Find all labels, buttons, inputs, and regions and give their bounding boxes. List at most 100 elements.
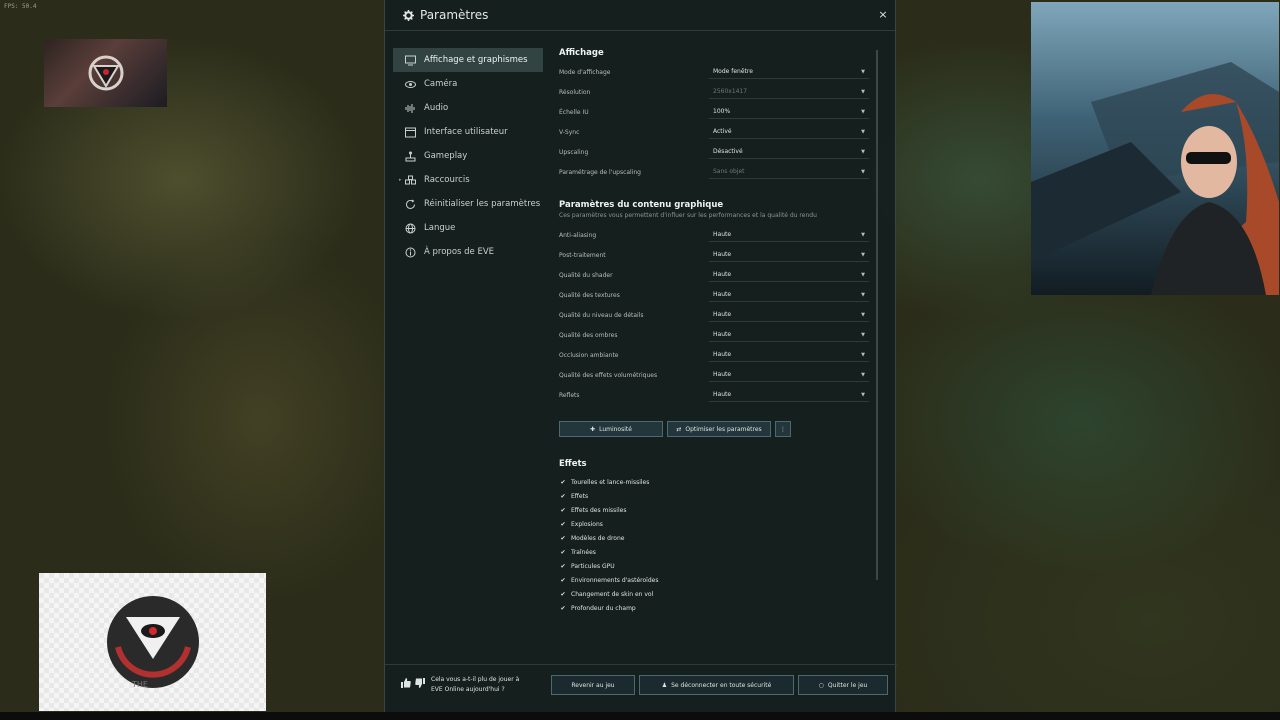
volumetric-quality-select[interactable]: Haute ▼ (709, 368, 869, 382)
bottom-bar (0, 712, 1280, 720)
setting-row: V-Sync Activé ▼ (559, 122, 873, 142)
overlay-text: THE (131, 680, 148, 689)
upscaling-select[interactable]: Désactivé ▼ (709, 145, 869, 159)
ambient-occlusion-select[interactable]: Haute ▼ (709, 348, 869, 362)
checkbox-explosions[interactable]: ✔ Explosions (559, 517, 873, 531)
webcam-overlay (1031, 2, 1279, 295)
chevron-down-icon: ▼ (861, 391, 865, 398)
sidebar-item-gameplay[interactable]: Gameplay (393, 144, 543, 168)
checkbox-asteroid-environments[interactable]: ✔ Environnements d'astéroïdes (559, 573, 873, 587)
chevron-down-icon: ▼ (861, 108, 865, 115)
thumbs-down-icon[interactable] (415, 678, 425, 691)
select-value: Désactivé (713, 148, 743, 155)
checkbox-label: Modèles de drone (571, 534, 625, 542)
quit-game-button[interactable]: ○ Quitter le jeu (798, 675, 888, 695)
stream-logo-bottom-left: THE (39, 573, 266, 711)
chevron-down-icon: ▼ (861, 128, 865, 135)
setting-row: Qualité des effets volumétriques Haute ▼ (559, 365, 873, 385)
setting-label: Qualité des textures (559, 291, 620, 299)
upscaling-settings-select: Sans objet ▼ (709, 165, 869, 179)
sidebar-item-display[interactable]: Affichage et graphismes (393, 48, 543, 72)
settings-content: Affichage Mode d'affichage Mode fenêtre ▼… (559, 48, 873, 615)
setting-row: Anti-aliasing Haute ▼ (559, 225, 873, 245)
setting-label: Mode d'affichage (559, 68, 611, 76)
shader-quality-select[interactable]: Haute ▼ (709, 268, 869, 282)
setting-row: Occlusion ambiante Haute ▼ (559, 345, 873, 365)
checkbox-label: Effets des missiles (571, 506, 627, 514)
checkbox-effects[interactable]: ✔ Effets (559, 489, 873, 503)
sidebar-item-label: Langue (424, 223, 456, 233)
checkbox-missile-effects[interactable]: ✔ Effets des missiles (559, 503, 873, 517)
setting-label: Qualité du shader (559, 271, 613, 279)
return-to-game-button[interactable]: Revenir au jeu (551, 675, 635, 695)
checkbox-drone-models[interactable]: ✔ Modèles de drone (559, 531, 873, 545)
ui-scale-select[interactable]: 100% ▼ (709, 105, 869, 119)
select-value: Haute (713, 311, 732, 318)
window-titlebar[interactable]: Paramètres × (385, 0, 895, 31)
texture-quality-select[interactable]: Haute ▼ (709, 288, 869, 302)
sidebar-item-language[interactable]: Langue (393, 216, 543, 240)
effects-list: ✔ Tourelles et lance-missiles ✔ Effets ✔ Ef… (559, 475, 873, 615)
setting-row: Reflets Haute ▼ (559, 385, 873, 405)
settings-window: Paramètres × Affichage et graphismes Cam… (384, 0, 897, 712)
sidebar-item-camera[interactable]: Caméra (393, 72, 543, 96)
display-mode-select[interactable]: Mode fenêtre ▼ (709, 65, 869, 79)
vsync-select[interactable]: Activé ▼ (709, 125, 869, 139)
checkmark-icon: ✔ (560, 548, 566, 556)
sidebar-item-label: Réinitialiser les paramètres (424, 199, 541, 209)
shadow-quality-select[interactable]: Haute ▼ (709, 328, 869, 342)
checkbox-label: Environnements d'astéroïdes (571, 576, 659, 584)
graphics-buttons: ✚ Luminosité ⇄ Optimiser les paramètres … (559, 421, 873, 437)
post-processing-select[interactable]: Haute ▼ (709, 248, 869, 262)
expand-arrow-icon[interactable]: ▸ (399, 177, 402, 183)
sidebar-item-shortcuts[interactable]: ▸ Raccourcis (393, 168, 543, 192)
sidebar-item-audio[interactable]: Audio (393, 96, 543, 120)
chevron-down-icon: ▼ (861, 168, 865, 175)
close-icon[interactable]: × (877, 9, 889, 21)
sidebar-item-label: Caméra (424, 79, 458, 89)
checkmark-icon: ✔ (560, 562, 566, 570)
checkbox-turrets[interactable]: ✔ Tourelles et lance-missiles (559, 475, 873, 489)
brightness-button[interactable]: ✚ Luminosité (559, 421, 663, 437)
sidebar-item-reset[interactable]: Réinitialiser les paramètres (393, 192, 543, 216)
checkbox-skin-change[interactable]: ✔ Changement de skin en vol (559, 587, 873, 601)
checkmark-icon: ✔ (560, 520, 566, 528)
optimize-settings-button[interactable]: ⇄ Optimiser les paramètres (667, 421, 771, 437)
setting-label: Anti-aliasing (559, 231, 597, 239)
more-options-button[interactable]: ⋮ (775, 421, 791, 437)
setting-label: Upscaling (559, 148, 589, 156)
button-label: Revenir au jeu (571, 681, 615, 689)
setting-label: Reflets (559, 391, 580, 399)
lod-quality-select[interactable]: Haute ▼ (709, 308, 869, 322)
thumbs-up-icon[interactable] (401, 678, 411, 691)
select-value: Mode fenêtre (713, 68, 753, 75)
safe-logout-button[interactable]: ♟ Se déconnecter en toute sécurité (639, 675, 794, 695)
sidebar-item-label: Raccourcis (424, 175, 470, 185)
checkbox-label: Tourelles et lance-missiles (571, 478, 650, 486)
info-icon (405, 247, 416, 258)
checkbox-label: Explosions (571, 520, 603, 528)
content-scrollbar[interactable] (876, 50, 878, 580)
checkbox-depth-of-field[interactable]: ✔ Profondeur du champ (559, 601, 873, 615)
sidebar-item-about[interactable]: À propos de EVE (393, 240, 543, 264)
anti-aliasing-select[interactable]: Haute ▼ (709, 228, 869, 242)
chevron-down-icon: ▼ (861, 331, 865, 338)
setting-row: Qualité des ombres Haute ▼ (559, 325, 873, 345)
feedback-line: EVE Online aujourd'hui ? (431, 685, 505, 693)
setting-row: Qualité du niveau de détails Haute ▼ (559, 305, 873, 325)
checkbox-trails[interactable]: ✔ Traînées (559, 545, 873, 559)
setting-row: Résolution 2560x1417 ▼ (559, 82, 873, 102)
checkbox-gpu-particles[interactable]: ✔ Particules GPU (559, 559, 873, 573)
section-subtitle: Ces paramètres vous permettent d'influer… (559, 212, 817, 219)
setting-row: Paramétrage de l'upscaling Sans objet ▼ (559, 162, 873, 182)
sidebar-item-interface[interactable]: Interface utilisateur (393, 120, 543, 144)
feedback-thumbs (401, 678, 425, 691)
monitor-icon (405, 55, 416, 66)
chevron-down-icon: ▼ (861, 271, 865, 278)
select-value: Sans objet (713, 168, 745, 175)
chevron-down-icon: ▼ (861, 148, 865, 155)
setting-label: Qualité des ombres (559, 331, 618, 339)
select-value: Haute (713, 291, 732, 298)
reflections-select[interactable]: Haute ▼ (709, 388, 869, 402)
setting-row: Post-traitement Haute ▼ (559, 245, 873, 265)
